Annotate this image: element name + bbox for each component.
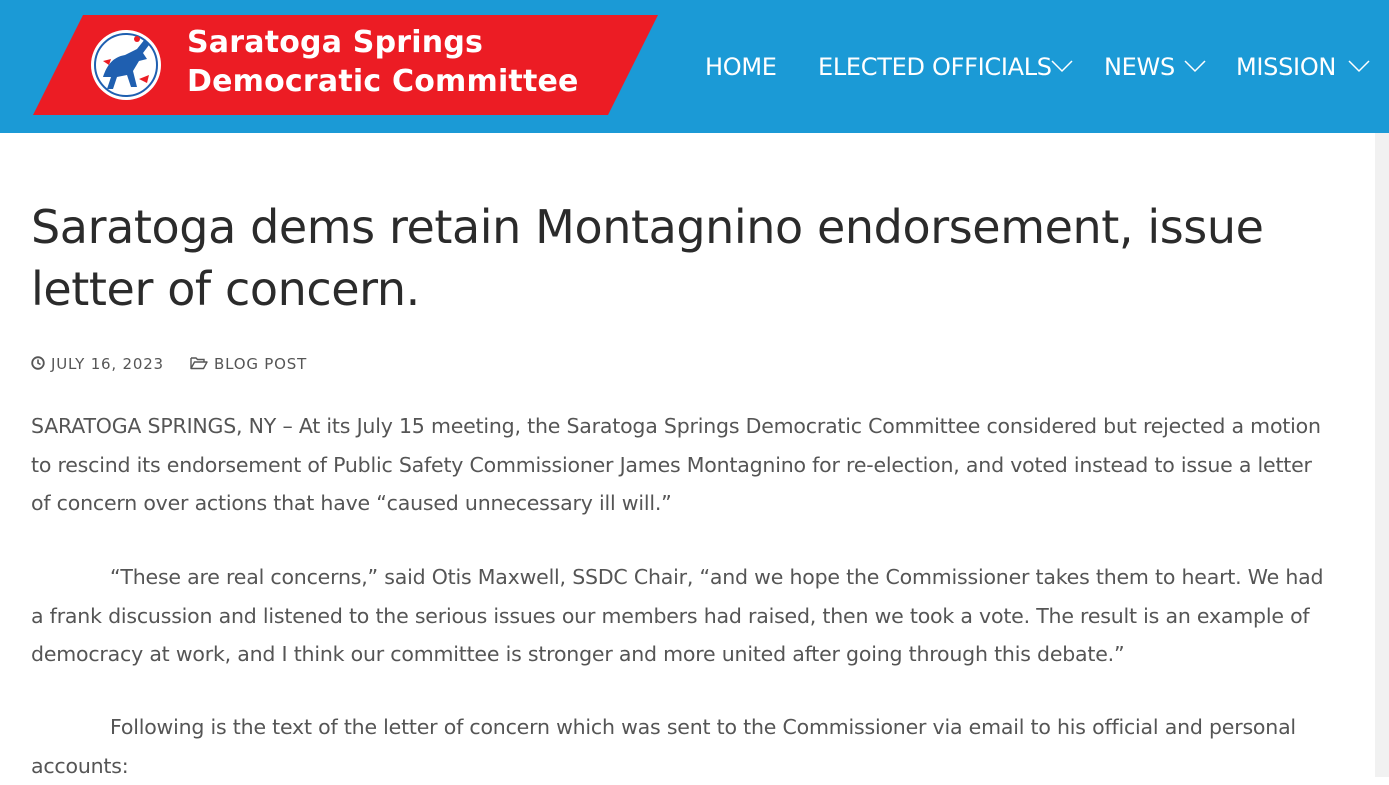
chevron-down-icon: [1348, 60, 1370, 73]
chevron-down-icon: [1051, 60, 1073, 73]
nav-item-label: HOME: [705, 53, 777, 81]
post-date-text: JULY 16, 2023: [51, 355, 164, 373]
site-header: Saratoga Springs Democratic Committee HO…: [0, 0, 1389, 133]
folder-open-icon: [190, 357, 208, 370]
clock-icon: [31, 356, 45, 370]
article-title: Saratoga dems retain Montagnino endorsem…: [31, 200, 1264, 316]
nav-item-news[interactable]: NEWS: [1104, 47, 1206, 87]
nav-item-label: NEWS: [1104, 53, 1175, 81]
nav-item-mission[interactable]: MISSION: [1236, 47, 1370, 87]
nav-item-label: MISSION: [1236, 53, 1337, 81]
article-paragraph: Following is the text of the letter of c…: [31, 715, 1296, 778]
main-nav: HOME ELECTED OFFICIALS NEWS MISSION: [0, 47, 1389, 87]
nav-item-label: ELECTED OFFICIALS: [818, 53, 1052, 81]
chevron-down-icon: [1184, 60, 1206, 73]
nav-item-elected-officials[interactable]: ELECTED OFFICIALS: [818, 47, 1073, 87]
nav-item-home[interactable]: HOME: [705, 47, 777, 87]
article-paragraph: SARATOGA SPRINGS, NY – At its July 15 me…: [31, 414, 1321, 516]
post-category-text: BLOG POST: [214, 355, 308, 373]
page-scrollbar[interactable]: [1375, 133, 1389, 777]
article-paragraph: “These are real concerns,” said Otis Max…: [31, 565, 1324, 667]
